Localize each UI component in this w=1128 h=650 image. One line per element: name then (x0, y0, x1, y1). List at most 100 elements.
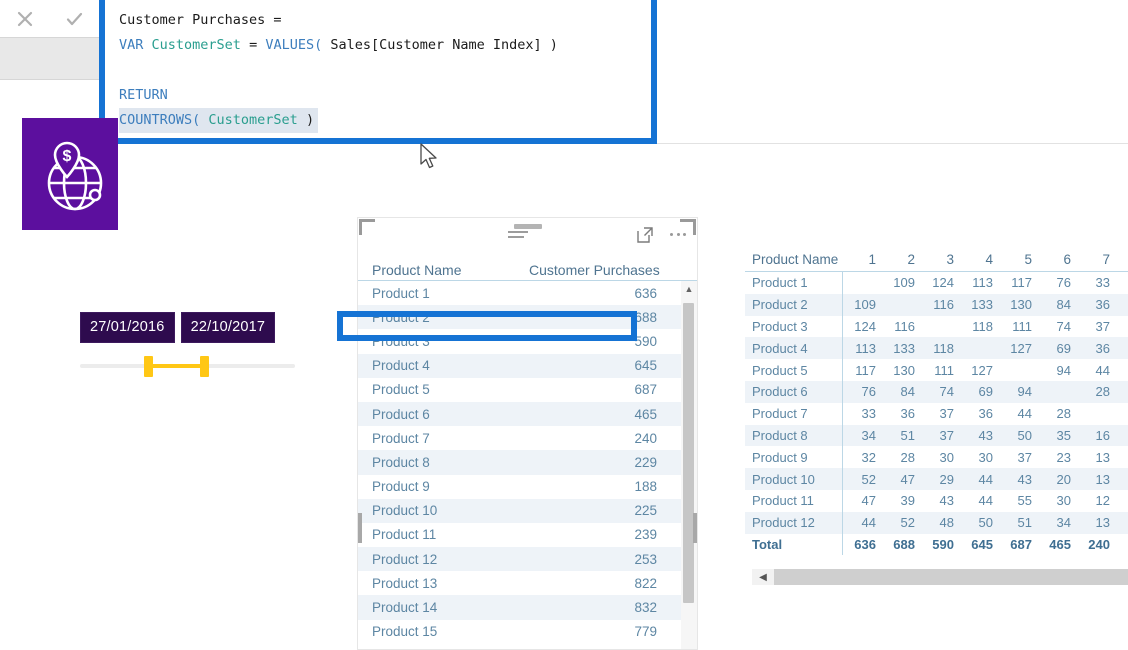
matrix-horizontal-scrollbar[interactable]: ◀ (752, 569, 1128, 585)
matrix-column-header[interactable]: 3 (921, 252, 960, 271)
matrix-row[interactable]: Product 8 34 51 37 43 50 35 16 (745, 424, 1128, 447)
matrix-cell-value: 113 (972, 275, 993, 291)
dax-countrows-argument: CustomerSet (200, 112, 298, 128)
table-row[interactable]: Product 9 188 (358, 475, 697, 499)
table-row[interactable]: Product 8 229 (358, 450, 697, 475)
matrix-cell-value: 116 (933, 297, 954, 313)
dax-variable-name: CustomerSet (151, 37, 241, 53)
cancel-formula-button[interactable] (12, 6, 38, 32)
table-row[interactable]: Product 6 465 (358, 401, 697, 427)
matrix-row[interactable]: Product 3 124 116 118 111 74 37 (745, 315, 1128, 338)
table-cell-customer-purchases: 687 (634, 382, 657, 398)
resize-corner-top-left[interactable] (359, 219, 375, 235)
matrix-cell-row-name: Product 9 (745, 446, 843, 469)
matrix-row[interactable]: Product 5 117 130 111 127 94 44 (745, 359, 1128, 381)
table-cell-product-name: Product 10 (372, 503, 438, 519)
table-row[interactable]: Product 1 636 (358, 281, 697, 305)
matrix-row[interactable]: Product 10 52 47 29 44 43 20 13 (745, 468, 1128, 490)
table-vertical-scrollbar[interactable]: ▲ (681, 281, 697, 649)
chevron-left-icon[interactable]: ◀ (752, 569, 774, 585)
table-column-customer-purchases[interactable]: Customer Purchases (529, 262, 660, 283)
matrix-column-header[interactable]: 1 (843, 252, 882, 271)
matrix-row[interactable]: Product 4 113 133 118 127 69 36 (745, 337, 1128, 360)
matrix-cell-value: 76 (861, 384, 876, 400)
matrix-row-header-label[interactable]: Product Name (745, 252, 843, 271)
table-cell-product-name: Product 8 (372, 454, 430, 470)
focus-mode-icon[interactable] (635, 225, 655, 245)
table-rows-container: Product 1 636 Product 2 688 Product 3 590 Prod… (358, 281, 697, 644)
table-cell-product-name: Product 3 (372, 333, 430, 349)
matrix-cell-value: 50 (1017, 427, 1032, 443)
confirm-formula-button[interactable] (61, 6, 87, 32)
matrix-cell-value: 44 (1017, 406, 1032, 422)
matrix-row[interactable]: Product 9 32 28 30 30 37 23 13 (745, 446, 1128, 469)
table-column-product-name[interactable]: Product Name (372, 262, 461, 283)
matrix-cell-value: 117 (855, 362, 876, 378)
matrix-row[interactable]: Product 12 44 52 48 50 51 34 13 (745, 511, 1128, 534)
matrix-cell-value: 34 (1056, 515, 1071, 531)
matrix-cell-value: 33 (1095, 275, 1110, 291)
formula-commit-bar (0, 0, 100, 38)
slicer-date-pills: 27/01/2016 22/10/2017 (80, 312, 300, 343)
matrix-cell-value: 636 (854, 536, 876, 552)
matrix-row[interactable]: Product 2 109 116 133 130 84 36 (745, 293, 1128, 316)
slicer-handle-start[interactable] (144, 356, 153, 377)
slicer-start-date[interactable]: 27/01/2016 (80, 312, 175, 343)
drag-grip-handle[interactable] (513, 224, 542, 229)
dax-formula-editor[interactable]: Customer Purchases = VAR CustomerSet = V… (99, 0, 657, 144)
table-cell-customer-purchases: 832 (634, 600, 657, 616)
scrollbar-thumb[interactable] (683, 303, 694, 603)
table-row[interactable]: Product 5 687 (358, 378, 697, 402)
matrix-cell-value: 29 (939, 471, 954, 487)
table-row[interactable]: Product 10 225 (358, 498, 697, 523)
slicer-handle-end[interactable] (200, 356, 209, 377)
chevron-up-icon[interactable]: ▲ (681, 281, 697, 296)
table-row[interactable]: Product 3 590 (358, 329, 697, 353)
customer-purchases-table-visual[interactable]: Product Name Customer Purchases Product … (357, 217, 698, 650)
slicer-end-date[interactable]: 22/10/2017 (180, 312, 276, 343)
matrix-cell-value: 30 (1056, 493, 1071, 509)
matrix-cell-row-name: Product 12 (745, 511, 843, 534)
matrix-cell-value: 36 (1095, 340, 1110, 356)
matrix-column-header[interactable]: 6 (1038, 252, 1077, 271)
resize-handle-right[interactable] (693, 513, 697, 543)
matrix-total-row[interactable]: Total 636 688 590 645 687 465 240 (745, 533, 1128, 556)
matrix-cell-value: 43 (939, 493, 954, 509)
table-row[interactable]: Product 11 239 (358, 523, 697, 547)
table-cell-customer-purchases: 225 (634, 503, 657, 519)
matrix-cell-value: 130 (1010, 297, 1032, 313)
table-row[interactable]: Product 2 688 (358, 305, 697, 330)
matrix-row[interactable]: Product 7 33 36 37 36 44 28 (745, 402, 1128, 425)
table-row[interactable]: Product 12 253 (358, 547, 697, 572)
matrix-cell-value: 84 (1056, 297, 1071, 313)
matrix-cell-value: 12 (1095, 493, 1110, 509)
matrix-cell-value: 44 (861, 515, 876, 531)
product-correlation-matrix-visual[interactable]: Product Name 1234567 Product 1 109 124 113 1… (745, 245, 1128, 585)
matrix-row[interactable]: Product 6 76 84 74 69 94 28 (745, 380, 1128, 403)
matrix-column-header[interactable]: 7 (1077, 252, 1116, 271)
matrix-scrollbar-thumb[interactable] (774, 569, 1128, 585)
matrix-row[interactable]: Product 1 109 124 113 117 76 33 (745, 272, 1128, 294)
table-row[interactable]: Product 13 822 (358, 571, 697, 595)
matrix-cell-value: 109 (854, 297, 876, 313)
resize-corner-top-right[interactable] (680, 219, 696, 235)
matrix-cell-value: 28 (1095, 384, 1110, 400)
resize-handle-left[interactable] (358, 513, 362, 543)
table-row[interactable]: Product 14 832 (358, 595, 697, 620)
dax-formula-text: Customer Purchases = VAR CustomerSet = V… (105, 0, 651, 133)
matrix-cell-value: 94 (1017, 384, 1032, 400)
date-range-slicer[interactable]: 27/01/2016 22/10/2017 (80, 312, 300, 384)
matrix-column-headers: Product Name 1234567 (745, 245, 1128, 272)
matrix-cell-value: 645 (971, 536, 993, 552)
table-row[interactable]: Product 7 240 (358, 426, 697, 450)
matrix-cell-value: 50 (978, 515, 993, 531)
matrix-cell-value: 130 (893, 362, 915, 378)
matrix-column-header[interactable]: 2 (882, 252, 921, 271)
matrix-column-header[interactable]: 4 (960, 252, 999, 271)
table-row[interactable]: Product 4 645 (358, 353, 697, 378)
matrix-cell-value: 16 (1095, 427, 1110, 443)
table-cell-customer-purchases: 239 (634, 527, 657, 543)
matrix-column-header[interactable]: 5 (999, 252, 1038, 271)
table-row[interactable]: Product 15 779 (358, 620, 697, 644)
matrix-row[interactable]: Product 11 47 39 43 44 55 30 12 (745, 489, 1128, 512)
